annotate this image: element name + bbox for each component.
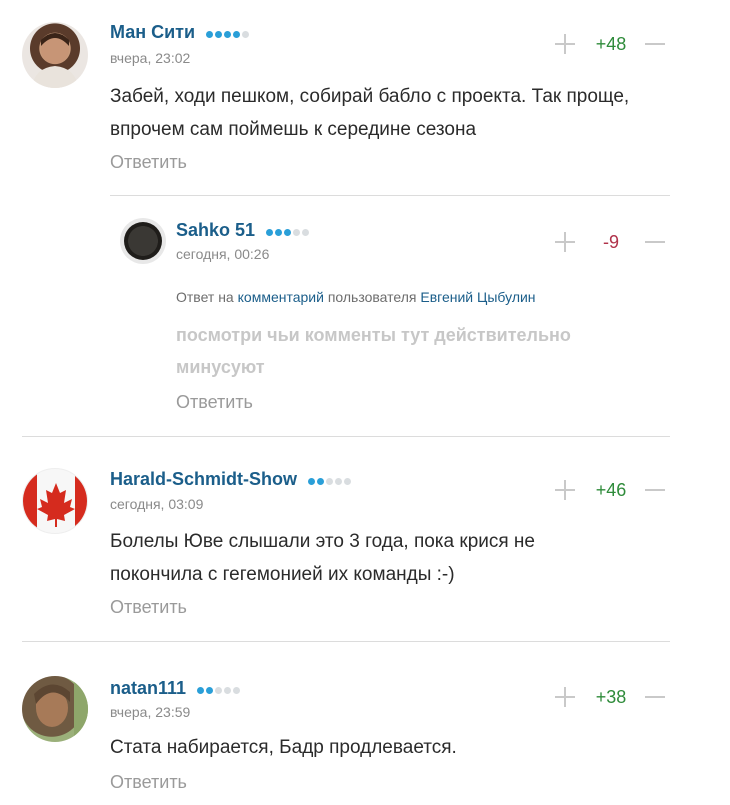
user-link[interactable]: Евгений Цыбулин [420, 289, 535, 305]
upvote-icon[interactable] [555, 232, 575, 252]
reply-context: Ответ на комментарий пользователя Евгени… [176, 289, 536, 305]
comment-text: Забей, ходи пешком, собирай бабло с прое… [110, 86, 630, 140]
rank-dots [206, 23, 251, 44]
comment-text: Болелы Юве слышали это 3 года, пока крис… [110, 531, 535, 585]
avatar[interactable] [22, 22, 88, 88]
vote-widget: +46 [555, 476, 665, 506]
reply-button[interactable]: Ответить [110, 597, 187, 618]
divider [110, 195, 670, 196]
downvote-icon[interactable] [645, 43, 665, 45]
rank-dots [197, 679, 242, 700]
rank-dots [308, 470, 353, 491]
vote-score: +38 [595, 687, 627, 707]
comment-time: сегодня, 00:26 [176, 246, 270, 262]
vote-score: +48 [595, 34, 627, 54]
avatar[interactable] [22, 468, 88, 534]
comment-time: вчера, 23:02 [110, 50, 191, 66]
comment-author[interactable]: Harald-Schmidt-Show [110, 469, 353, 491]
upvote-icon[interactable] [555, 34, 575, 54]
vote-widget: +38 [555, 683, 665, 713]
divider [22, 641, 670, 642]
downvote-icon[interactable] [645, 241, 665, 243]
user-photo-icon [32, 33, 78, 88]
reply-button[interactable]: Ответить [110, 152, 187, 173]
downvote-icon[interactable] [645, 696, 665, 698]
upvote-icon[interactable] [555, 687, 575, 707]
vote-score: -9 [602, 232, 619, 252]
avatar[interactable] [120, 218, 166, 264]
upvote-icon[interactable] [555, 480, 575, 500]
comment-text: посмотри чьи комменты тут действительно … [176, 325, 571, 377]
comment-author[interactable]: Sahko 51 [176, 220, 311, 242]
vote-widget: +48 [555, 30, 665, 60]
reply-button[interactable]: Ответить [110, 772, 187, 793]
comment-link[interactable]: комментарий [238, 289, 324, 305]
comment-author[interactable]: natan111 [110, 678, 242, 700]
avatar[interactable] [22, 676, 88, 742]
downvote-icon[interactable] [645, 489, 665, 491]
reply-button[interactable]: Ответить [176, 392, 253, 413]
canada-flag-icon [23, 469, 87, 533]
vote-widget: -9 [555, 228, 665, 258]
comment-author[interactable]: Ман Сити [110, 22, 251, 44]
comment-time: сегодня, 03:09 [110, 496, 204, 512]
rank-dots [266, 221, 311, 242]
user-photo-icon [34, 676, 88, 742]
reply-context-prefix: Ответ на [176, 289, 234, 305]
divider [22, 436, 670, 437]
comment-text: Стата набирается, Бадр продлевается. [110, 737, 457, 758]
comment-time: вчера, 23:59 [110, 704, 191, 720]
user-logo-icon [124, 222, 162, 260]
vote-score: +46 [595, 480, 627, 500]
reply-context-middle: пользователя [327, 289, 417, 305]
